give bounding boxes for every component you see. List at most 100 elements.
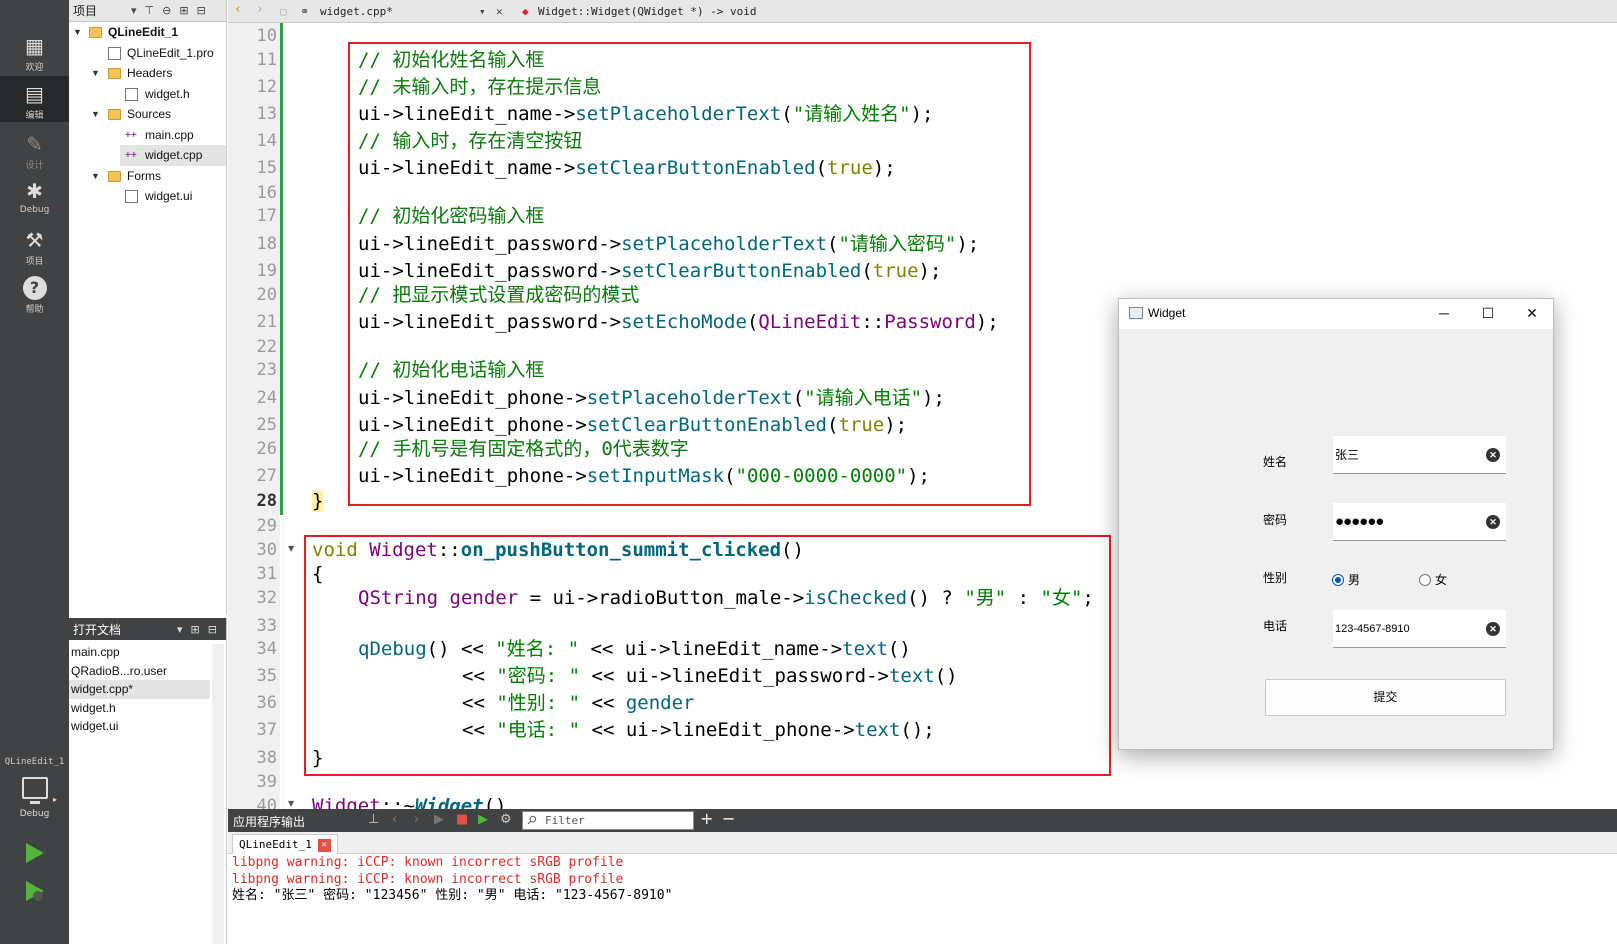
mode-help[interactable]: ? 帮助 [0, 270, 69, 316]
attach-run-icon[interactable]: ▶ [478, 812, 488, 827]
tree-item-widget-ui[interactable]: widget.ui [69, 186, 226, 207]
close-pane-icon[interactable]: ⊟ [208, 623, 217, 636]
project-folder-icon [89, 27, 102, 38]
line-number: 10 [256, 26, 277, 46]
chevron-down-icon[interactable]: ▾ [131, 4, 137, 17]
radio-male-label: 男 [1348, 573, 1361, 587]
annotation-box-slot [304, 535, 1111, 776]
prev-icon[interactable]: ‹ [392, 812, 397, 827]
symbol-selector[interactable]: Widget::Widget(QWidget *) -> void [538, 5, 757, 18]
mode-welcome[interactable]: ▦ 欢迎 [0, 28, 69, 74]
line-number: 36 [256, 693, 277, 713]
name-field[interactable]: 张三 ✕ [1333, 436, 1506, 474]
tree-item-pro-file[interactable]: QLineEdit_1.pro [69, 43, 226, 64]
output-line: libpng warning: iCCP: known incorrect sR… [232, 855, 624, 870]
radio-female[interactable]: 女 [1419, 571, 1447, 588]
tree-item-forms[interactable]: ▼ Forms [69, 166, 226, 187]
doc-item-widget-h[interactable]: widget.h [69, 699, 210, 718]
name-value: 张三 [1335, 448, 1360, 462]
mode-design[interactable]: ✎ 设计 [0, 126, 69, 172]
project-tree: ▼ QLineEdit_1 QLineEdit_1.pro ▼ Headers … [69, 22, 226, 207]
clear-icon[interactable]: ✕ [1486, 515, 1500, 529]
clear-icon[interactable]: ✕ [1486, 622, 1500, 636]
tree-item-widget-h[interactable]: widget.h [69, 84, 226, 105]
phone-field[interactable]: 123-4567-8910 ✕ [1333, 610, 1506, 648]
next-icon[interactable]: › [414, 812, 419, 827]
line-number: 26 [256, 439, 277, 459]
close-pane-icon[interactable]: ⊟ [197, 4, 206, 17]
chevron-down-icon[interactable]: ▾ [479, 5, 486, 18]
run-button[interactable] [22, 841, 46, 865]
tree-item-widget-cpp[interactable]: ++ widget.cpp [120, 145, 226, 166]
clean-icon[interactable]: ⊥ [368, 812, 379, 827]
doc-item-widget-ui[interactable]: widget.ui [69, 717, 210, 736]
filter-icon[interactable]: ⊤ [145, 4, 155, 17]
tree-item-project[interactable]: ▼ QLineEdit_1 [69, 22, 226, 43]
maximize-icon[interactable]: ☐ [1475, 302, 1501, 324]
kit-project-name: QLineEdit_1 [4, 757, 65, 767]
doc-item-widget-cpp[interactable]: widget.cpp* [69, 680, 210, 699]
chevron-down-icon[interactable]: ▼ [73, 22, 82, 42]
zoom-out-icon[interactable]: − [722, 809, 735, 828]
code-line: } [312, 490, 324, 512]
project-pane-title[interactable]: 项目 [73, 2, 123, 19]
open-documents-list: main.cpp QRadioB...ro.user widget.cpp* w… [69, 640, 226, 736]
chevron-down-icon[interactable]: ▾ [177, 623, 183, 636]
mode-edit[interactable]: ▤ 编辑 [0, 76, 69, 122]
zoom-in-icon[interactable]: + [700, 809, 713, 828]
debug-run-button[interactable] [22, 879, 46, 903]
split-icon[interactable]: ⊞ [191, 623, 200, 636]
line-number: 11 [256, 50, 277, 70]
close-file-icon[interactable]: ✕ [496, 5, 503, 18]
tree-item-headers[interactable]: ▼ Headers [69, 63, 226, 84]
chevron-down-icon[interactable]: ▼ [91, 63, 100, 83]
output-tab[interactable]: QLineEdit_1 ✕ [232, 834, 338, 854]
output-tab-bar: QLineEdit_1 ✕ [228, 832, 1617, 854]
forward-arrow-icon[interactable]: › [256, 2, 264, 17]
mode-debug[interactable]: ✱ Debug [0, 173, 69, 219]
line-number: 31 [256, 564, 277, 584]
chevron-down-icon[interactable]: ▼ [91, 104, 100, 124]
project-pane-header: 项目 ▾ ⊤ ⊖ ⊞ ⊟ [69, 0, 226, 22]
pen-icon: ✎ [26, 132, 43, 156]
annotation-box-constructor [348, 42, 1031, 506]
output-pane-header: 应用程序输出 ⊥ ‹ › ▶ ■ ▶ ⚙ Filter + − [228, 809, 1617, 832]
scrollbar[interactable] [212, 644, 224, 944]
output-line: libpng warning: iCCP: known incorrect sR… [232, 871, 624, 887]
line-number: 30 [256, 540, 277, 560]
submit-button[interactable]: 提交 [1265, 679, 1506, 716]
monitor-icon [21, 777, 48, 804]
folder-icon [108, 170, 121, 182]
tree-item-main-cpp[interactable]: ++ main.cpp [69, 125, 226, 146]
editor-toolbar: ‹ › ▢ ⚭ widget.cpp* ▾ ✕ ◆ Widget::Widget… [228, 0, 1617, 23]
fold-arrow-icon[interactable]: ▼ [288, 544, 294, 553]
back-arrow-icon[interactable]: ‹ [234, 2, 242, 17]
stop-icon[interactable]: ■ [456, 812, 468, 827]
line-number: 39 [256, 772, 277, 792]
mode-projects[interactable]: ⚒ 项目 [0, 222, 69, 268]
doc-item-pro-user[interactable]: QRadioB...ro.user [69, 662, 210, 681]
password-field[interactable]: ●●●●●● ✕ [1333, 503, 1506, 541]
radio-male[interactable]: 男 [1332, 571, 1360, 588]
minimize-icon[interactable]: ─ [1431, 302, 1457, 324]
chevron-down-icon[interactable]: ▼ [91, 166, 100, 186]
run-icon[interactable]: ▶ [434, 812, 444, 827]
doc-item-main-cpp[interactable]: main.cpp [69, 643, 210, 662]
editor-file-selector[interactable]: widget.cpp* [320, 5, 393, 18]
name-label: 姓名 [1263, 455, 1288, 469]
kit-selector[interactable]: QLineEdit_1 ▸ Debug [0, 757, 69, 819]
tree-item-sources[interactable]: ▼ Sources [69, 104, 226, 125]
close-icon[interactable]: ✕ [1519, 302, 1545, 324]
close-icon[interactable]: ✕ [317, 838, 331, 852]
split-icon[interactable]: ⊞ [179, 4, 188, 17]
gear-icon[interactable]: ⚙ [500, 812, 512, 827]
filter-input[interactable]: Filter [522, 811, 694, 830]
line-number: 32 [256, 588, 277, 608]
clear-icon[interactable]: ✕ [1486, 448, 1500, 462]
kit-build-mode: Debug [19, 809, 50, 819]
ui-file-icon [125, 190, 138, 203]
gender-label: 性别 [1263, 571, 1288, 585]
window-titlebar[interactable]: Widget ─ ☐ ✕ [1119, 299, 1553, 329]
fold-arrow-icon[interactable]: ▼ [288, 799, 294, 808]
link-icon[interactable]: ⊖ [162, 4, 171, 17]
